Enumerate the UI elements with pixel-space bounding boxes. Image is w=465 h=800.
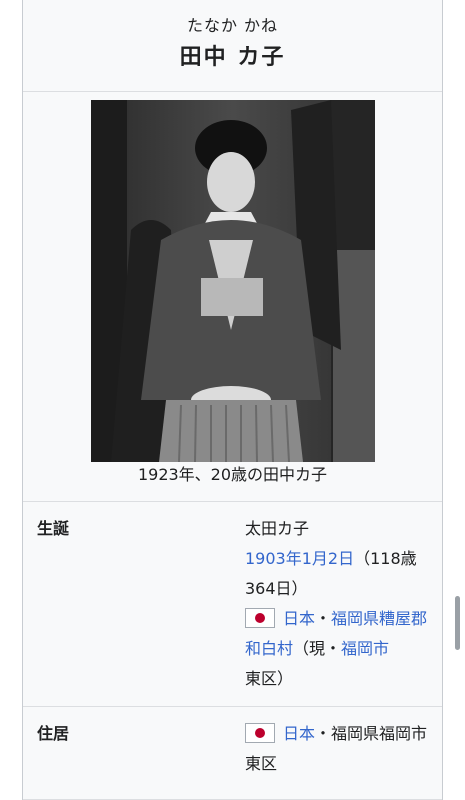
country-link[interactable]: 日本 (283, 609, 315, 628)
birth-date: 1903年1月2日（118歳364日） (245, 544, 433, 604)
separator: ・ (315, 609, 332, 628)
current-open: （現・ (293, 639, 342, 658)
scrollbar[interactable] (455, 596, 460, 650)
birth-value: 太田カ子 1903年1月2日（118歳364日） 日本・福岡県糟屋郡和白村（現・… (245, 514, 433, 694)
ward-close: 東区） (245, 669, 294, 688)
residence-value: 日本・福岡県福岡市東区 (245, 719, 433, 779)
portrait-photo[interactable] (91, 100, 375, 462)
infobox-header: たなか かね 田中 カ子 (23, 0, 442, 92)
birth-date-link[interactable]: 1903年1月2日 (245, 549, 354, 568)
city-link[interactable]: 福岡市 (341, 639, 389, 658)
birth-row: 生誕 太田カ子 1903年1月2日（118歳364日） 日本・福岡県糟屋郡和白村… (23, 502, 442, 707)
infobox: たなか かね 田中 カ子 1923年、20歳の田中カ子 生誕 太田カ子 1903… (22, 0, 443, 800)
japan-flag-icon (245, 608, 275, 628)
name-reading: たなか かね (186, 16, 279, 35)
photo-cell: 1923年、20歳の田中カ子 (23, 92, 442, 502)
photo-caption: 1923年、20歳の田中カ子 (137, 465, 328, 484)
residence-country-link[interactable]: 日本 (283, 724, 315, 743)
residence-label: 住居 (37, 724, 70, 743)
birth-label: 生誕 (37, 519, 70, 538)
residence-row: 住居 日本・福岡県福岡市東区 (23, 707, 442, 800)
birth-place: 日本・福岡県糟屋郡和白村（現・福岡市東区） (245, 604, 433, 694)
birth-name: 太田カ子 (245, 519, 310, 538)
japan-flag-icon (245, 723, 275, 743)
person-name: 田中 カ子 (179, 45, 286, 70)
